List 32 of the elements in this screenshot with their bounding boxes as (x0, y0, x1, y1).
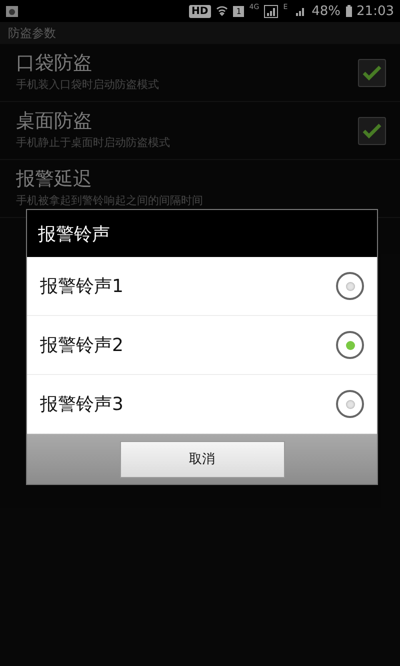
preference-title: 口袋防盗 (16, 50, 92, 76)
radio-button[interactable] (336, 272, 364, 300)
dialog-title: 报警铃声 (37, 222, 111, 246)
check-icon (362, 64, 382, 80)
check-icon (362, 122, 382, 138)
preference-title: 桌面防盗 (16, 108, 92, 134)
app-notification-icon (6, 6, 18, 16)
battery-percent: 48% (312, 4, 341, 18)
option-label: 报警铃声3 (40, 393, 124, 416)
sim-badge: 1 (233, 6, 244, 16)
checkbox[interactable] (358, 58, 386, 86)
ringtone-option[interactable]: 报警铃声2 (27, 316, 377, 375)
option-label: 报警铃声1 (40, 275, 124, 298)
section-header: 防盗参数 (0, 22, 400, 44)
cancel-button[interactable]: 取消 (120, 440, 284, 478)
wifi-icon (216, 5, 228, 17)
checkbox[interactable] (358, 116, 386, 144)
battery-icon (346, 5, 352, 17)
hd-badge: HD (188, 4, 212, 18)
option-label: 报警铃声2 (40, 334, 124, 357)
preference-item[interactable]: 口袋防盗 手机装入口袋时启动防盗模式 (0, 44, 400, 102)
preference-title: 报警延迟 (16, 166, 92, 192)
preference-summary: 手机静止于桌面时启动防盗模式 (16, 134, 170, 150)
preference-summary: 手机被拿起到警铃响起之间的间隔时间 (16, 192, 203, 208)
preference-summary: 手机装入口袋时启动防盗模式 (16, 76, 159, 92)
preference-item[interactable]: 桌面防盗 手机静止于桌面时启动防盗模式 (0, 102, 400, 160)
radio-button[interactable] (336, 331, 364, 359)
ringtone-option[interactable]: 报警铃声1 (27, 257, 377, 316)
clock: 21:03 (356, 4, 394, 18)
ringtone-option[interactable]: 报警铃声3 (27, 375, 377, 434)
radio-button[interactable] (336, 390, 364, 418)
signal-icon (264, 4, 278, 18)
